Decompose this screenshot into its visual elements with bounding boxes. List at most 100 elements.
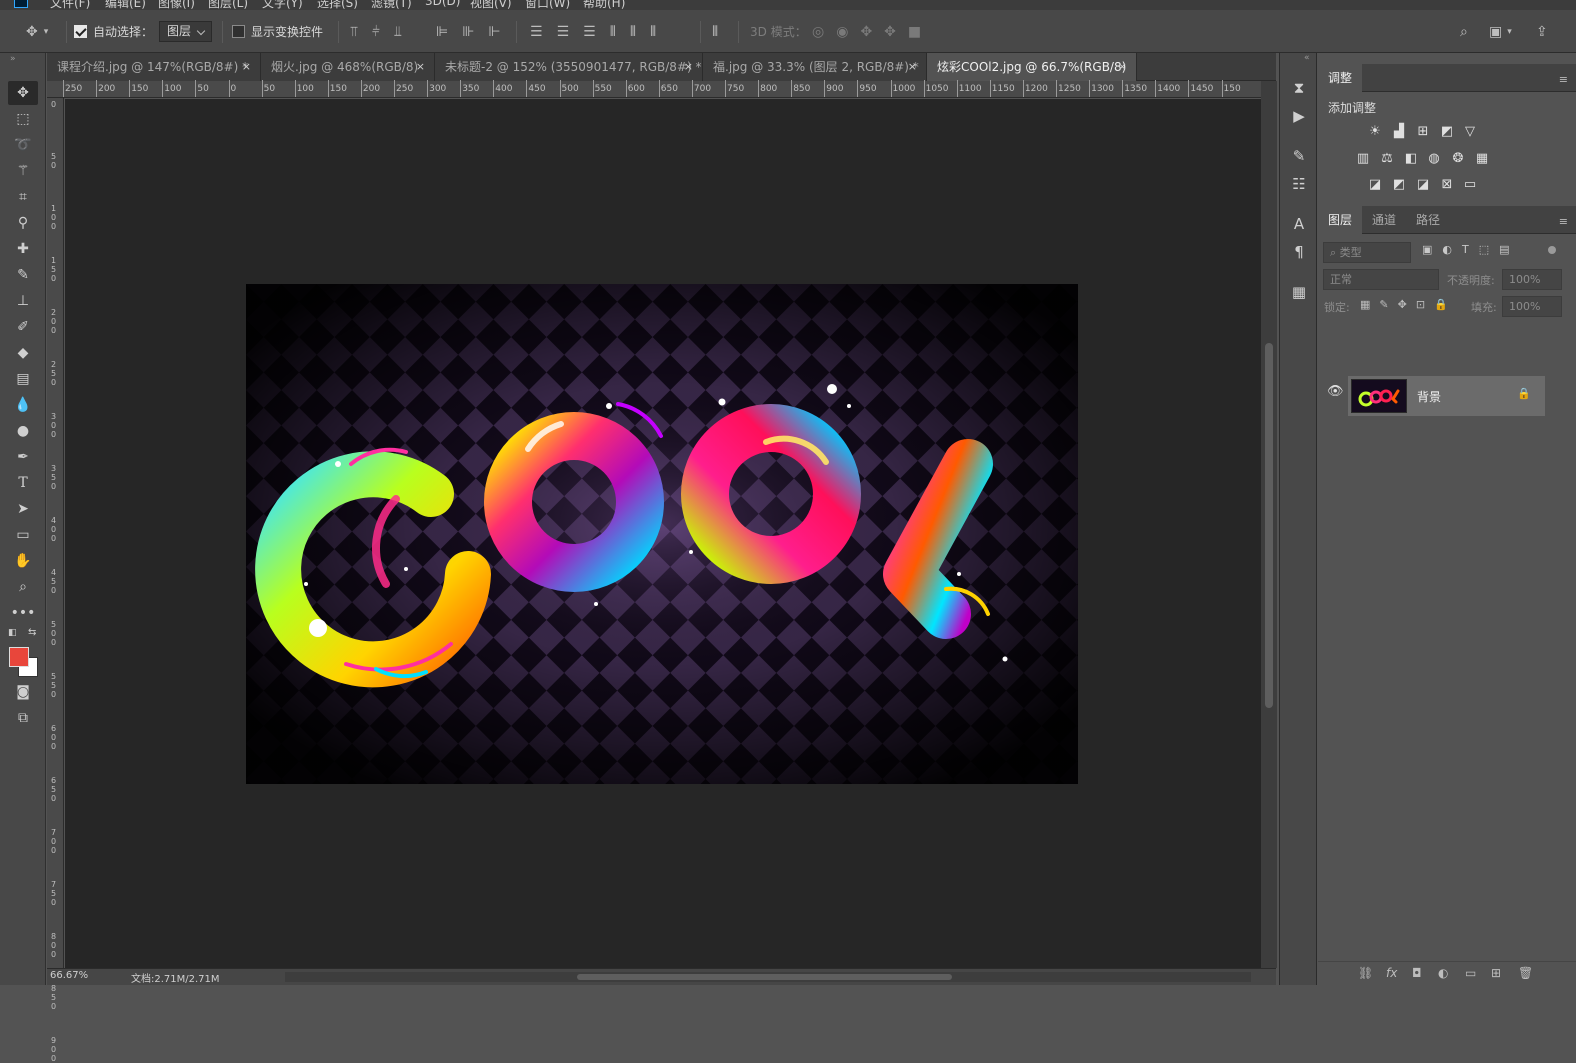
menu-filter[interactable]: 滤镜(T) [371, 0, 412, 10]
close-icon[interactable]: × [908, 53, 917, 81]
gradient-map-icon[interactable]: ▭ [1461, 175, 1479, 193]
distribute-right-icon[interactable]: ⦀ [650, 24, 656, 40]
type-tool[interactable]: T [8, 471, 38, 495]
lock-pixels-icon[interactable]: ✎ [1379, 298, 1388, 311]
roll-3d-icon[interactable]: ◉ [836, 24, 848, 40]
orbit-3d-icon[interactable]: ◎ [812, 24, 824, 40]
menu-view[interactable]: 视图(V) [470, 0, 512, 10]
screen-mode-button[interactable]: ⧉ [8, 706, 38, 730]
photo-filter-icon[interactable]: ◍ [1425, 149, 1443, 167]
actions-panel-button[interactable]: ▶ [1288, 105, 1310, 127]
collapse-panels-icon[interactable]: « [1304, 53, 1310, 63]
menu-edit[interactable]: 编辑(E) [105, 0, 146, 10]
black-white-icon[interactable]: ◧ [1402, 149, 1420, 167]
collapse-toolbar-icon[interactable]: » [10, 54, 16, 64]
align-top-icon[interactable]: ⫪ [350, 24, 358, 40]
paragraph-panel-button[interactable]: ¶ [1288, 241, 1310, 263]
delete-layer-icon[interactable]: 🗑 [1518, 966, 1533, 980]
fx-icon[interactable]: fx [1386, 966, 1397, 980]
properties-panel-button[interactable]: ☷ [1288, 173, 1310, 195]
drag-3d-icon[interactable]: ✥ [860, 24, 872, 40]
color-lookup-icon[interactable]: ▦ [1473, 149, 1491, 167]
align-vcenter-icon[interactable]: ⫩ [372, 24, 380, 40]
align-right-icon[interactable]: ⊩ [488, 24, 500, 40]
horizontal-scrollbar[interactable] [285, 972, 1251, 982]
healing-tool[interactable]: ✚ [8, 237, 38, 261]
layer-filter-select[interactable]: ⌕ 类型 [1323, 242, 1411, 263]
channel-mixer-icon[interactable]: ❂ [1449, 149, 1467, 167]
color-balance-icon[interactable]: ⚖ [1378, 149, 1396, 167]
menu-help[interactable]: 帮助(H) [583, 0, 625, 10]
selective-color-icon[interactable]: ⊠ [1438, 175, 1456, 193]
close-icon[interactable]: × [242, 53, 251, 81]
search-button[interactable]: ⌕ [1460, 10, 1468, 53]
filter-toggle[interactable] [1548, 246, 1556, 254]
show-transform-checkbox[interactable]: 显示变换控件 [232, 10, 323, 53]
filter-type-icon[interactable]: T [1462, 243, 1469, 256]
panel-menu-icon[interactable]: ≡ [1559, 215, 1568, 228]
share-button[interactable]: ⇪ [1536, 10, 1548, 53]
stamp-tool[interactable]: ⊥ [8, 289, 38, 313]
swap-colors-icon[interactable]: ⇆ [28, 627, 36, 638]
quick-mask-button[interactable]: ◙ [8, 680, 38, 704]
tab-course-intro[interactable]: 课程介绍.jpg @ 147%(RGB/8#) * × [47, 53, 261, 81]
tab-cool2[interactable]: 炫彩COOl2.jpg @ 66.7%(RGB/8) × [927, 53, 1137, 81]
close-icon[interactable]: × [1118, 53, 1127, 81]
fill-input[interactable]: 100% [1502, 296, 1562, 317]
tab-fu[interactable]: 福.jpg @ 33.3% (图层 2, RGB/8#) * × [703, 53, 927, 81]
checkbox-unchecked[interactable] [232, 25, 245, 38]
auto-select-dropdown[interactable]: 图层 [159, 21, 213, 42]
menu-type[interactable]: 文字(Y) [262, 0, 303, 10]
hue-saturation-icon[interactable]: ▥ [1354, 149, 1372, 167]
auto-select-checkbox[interactable]: 自动选择： 图层 [74, 10, 213, 53]
close-icon[interactable]: × [684, 53, 693, 81]
filter-pixel-icon[interactable]: ▣ [1422, 243, 1432, 256]
auto-align-button[interactable]: ⦀ [712, 10, 718, 53]
invert-icon[interactable]: ◪ [1366, 175, 1384, 193]
lock-all-icon[interactable]: 🔒 [1434, 298, 1448, 311]
checkbox-checked[interactable] [74, 25, 87, 38]
crop-tool[interactable]: ⌗ [8, 185, 38, 209]
magic-wand-tool[interactable]: ⚚ [8, 159, 38, 183]
menu-image[interactable]: 图像(I) [158, 0, 195, 10]
scrollbar-thumb[interactable] [1265, 343, 1273, 708]
libraries-panel-button[interactable]: ▦ [1288, 281, 1310, 303]
filter-shape-icon[interactable]: ⬚ [1479, 243, 1489, 256]
new-adjustment-icon[interactable]: ◐ [1438, 966, 1448, 980]
distribute-top-icon[interactable]: ☰ [530, 24, 543, 40]
eyedropper-tool[interactable]: ⚲ [8, 211, 38, 235]
tab-fireworks[interactable]: 烟火.jpg @ 468%(RGB/8) × [261, 53, 435, 81]
curves-icon[interactable]: ⊞ [1414, 122, 1432, 140]
new-layer-icon[interactable]: ⊞ [1491, 966, 1501, 980]
threshold-icon[interactable]: ◪ [1414, 175, 1432, 193]
vibrance-icon[interactable]: ▽ [1461, 122, 1479, 140]
move-tool-preset[interactable]: ✥ ▾ [26, 10, 48, 53]
shape-tool[interactable]: ▭ [8, 523, 38, 547]
posterize-icon[interactable]: ◩ [1390, 175, 1408, 193]
tab-channels[interactable]: 通道 [1362, 206, 1406, 234]
move-tool[interactable]: ✥ [8, 81, 38, 105]
align-hcenter-icon[interactable]: ⊪ [462, 24, 474, 40]
character-panel-button[interactable]: A [1288, 213, 1310, 235]
brush-tool[interactable]: ✎ [8, 263, 38, 287]
brightness-icon[interactable]: ☀ [1366, 122, 1384, 140]
distribute-hcenter-icon[interactable]: ⦀ [630, 24, 636, 40]
scrollbar-thumb[interactable] [577, 974, 952, 980]
gradient-tool[interactable]: ▤ [8, 367, 38, 391]
lock-position-icon[interactable]: ✥ [1398, 298, 1407, 311]
distribute-left-icon[interactable]: ⦀ [610, 24, 616, 40]
menu-select[interactable]: 选择(S) [317, 0, 358, 10]
default-colors-icon[interactable]: ◧ [8, 628, 17, 638]
panel-menu-icon[interactable]: ≡ [1559, 73, 1568, 86]
slide-3d-icon[interactable]: ✥ [884, 24, 896, 40]
visibility-eye-icon[interactable]: 👁 [1327, 384, 1344, 399]
distribute-bottom-icon[interactable]: ☰ [583, 24, 596, 40]
tab-adjustments[interactable]: 调整 [1318, 64, 1363, 92]
blur-tool[interactable]: 💧 [8, 393, 38, 417]
pen-tool[interactable]: ✒ [8, 445, 38, 469]
document-canvas[interactable] [246, 284, 1078, 784]
menu-layer[interactable]: 图层(L) [208, 0, 248, 10]
distribute-vcenter-icon[interactable]: ☰ [557, 24, 570, 40]
lock-artboard-icon[interactable]: ⊡ [1416, 298, 1425, 311]
link-layers-icon[interactable]: ⛓ [1358, 966, 1373, 980]
